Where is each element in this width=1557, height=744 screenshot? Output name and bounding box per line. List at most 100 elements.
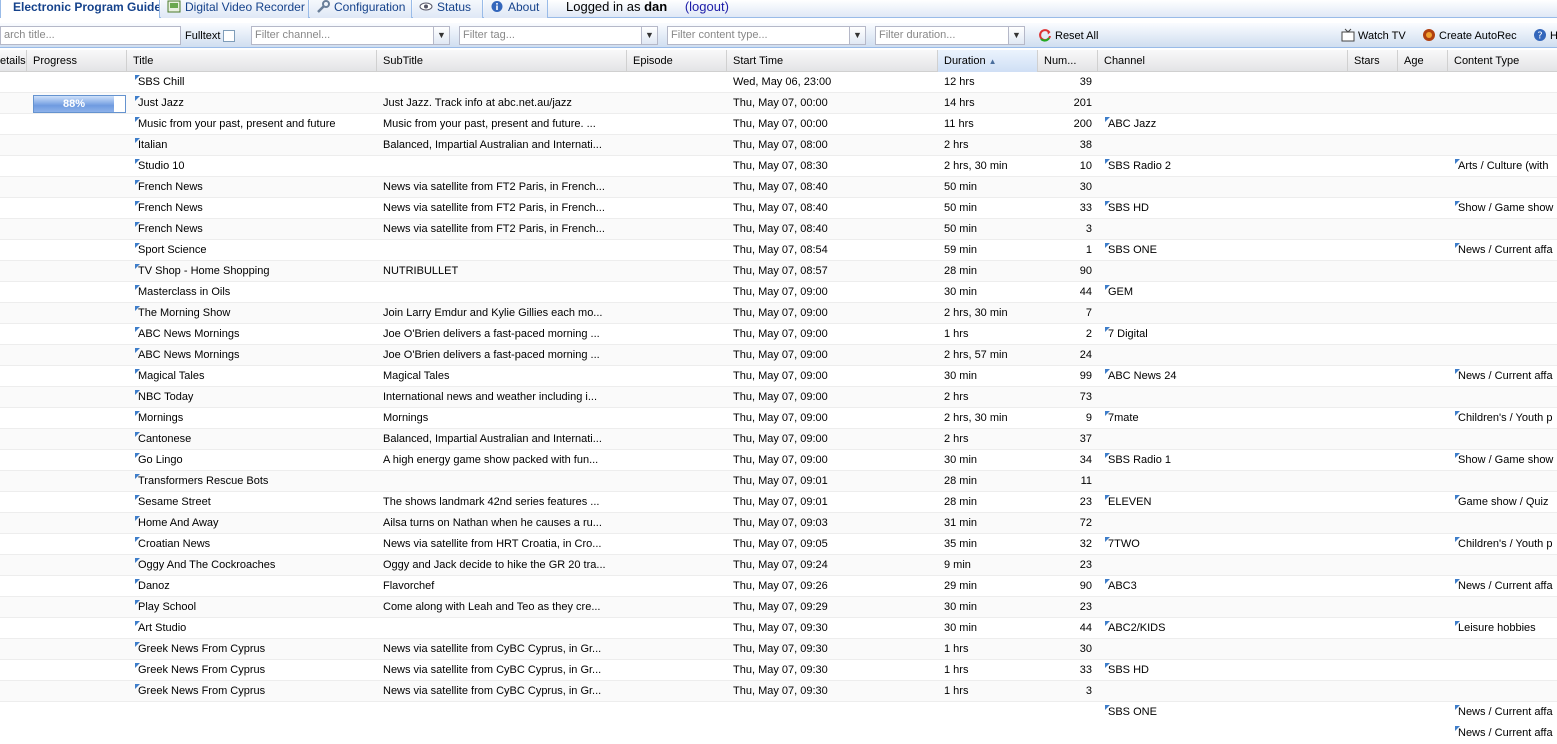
content-type-cell (1453, 618, 1557, 639)
col-channel[interactable]: Channel (1098, 50, 1348, 72)
table-row[interactable]: Danoz Flavorchef Thu, May 07, 09:26 29 min 9… (0, 576, 1557, 634)
start-time-cell: Thu, May 07, 09:01 (733, 475, 828, 487)
number-cell: 2 (1085, 328, 1092, 340)
table-row[interactable]: Croatian News News via satellite from HRT… (0, 534, 1557, 592)
col-details[interactable]: etails (0, 50, 27, 72)
filter-content-type-combo[interactable]: Filter content type... ▼ (667, 26, 866, 45)
filter-duration-combo[interactable]: Filter duration... ▼ (875, 26, 1025, 45)
table-row[interactable]: ABC News Mornings Joe O'Brien delivers a … (0, 324, 1557, 382)
number-cell: 11 (1080, 475, 1092, 487)
table-row[interactable]: French News News via satellite from FT2 P… (0, 198, 1557, 256)
subtitle-cell: Join Larry Emdur and Kylie Gillies each … (383, 307, 603, 319)
col-progress[interactable]: Progress (27, 50, 127, 72)
table-row[interactable]: Studio 10 Thu, May 07, 08:30 2 hrs, 30 min… (0, 156, 1557, 214)
table-row[interactable]: Transformers Rescue Bots Thu, May 07, 09:… (0, 471, 1557, 529)
chevron-down-icon[interactable]: ▼ (433, 27, 449, 44)
tab-dvr[interactable]: Digital Video Recorder (161, 0, 309, 18)
tab-label: Digital Video Recorder (185, 0, 305, 14)
start-time-cell: Thu, May 07, 09:00 (733, 307, 828, 319)
filter-tag-placeholder: Filter tag... (463, 29, 515, 41)
col-subtitle[interactable]: SubTitle (377, 50, 627, 72)
table-row[interactable]: Sesame Street The shows landmark 42nd ser… (0, 492, 1557, 550)
table-row[interactable]: Greek News From Cyprus News via satellite… (0, 660, 1557, 718)
col-content-type[interactable]: Content Type (1448, 50, 1557, 72)
col-title[interactable]: Title (127, 50, 377, 72)
tab-label: Electronic Program Guide (13, 0, 160, 14)
number-cell: 39 (1079, 76, 1092, 88)
table-row[interactable]: Greek News From Cyprus News via satellite… (0, 681, 1557, 739)
epg-grid: SBS ChillWed, May 06, 23:0012 hrs39SBS R… (0, 72, 1557, 739)
start-time-cell: Thu, May 07, 08:54 (733, 244, 828, 256)
duration-cell: 1 hrs (944, 643, 969, 655)
number-cell: 30 (1079, 643, 1092, 655)
table-row[interactable]: French News News via satellite from FT2 P… (0, 177, 1557, 235)
col-number[interactable]: Num... (1038, 50, 1098, 72)
start-time-cell: Thu, May 07, 09:30 (733, 622, 828, 634)
subtitle-cell: The shows landmark 42nd series features … (383, 496, 600, 508)
table-row[interactable]: ABC News Mornings Joe O'Brien delivers a … (0, 345, 1557, 403)
col-stars[interactable]: Stars (1348, 50, 1398, 72)
svg-text:?: ? (1537, 31, 1542, 42)
table-row[interactable]: Oggy And The Cockroaches Oggy and Jack de… (0, 555, 1557, 613)
table-row[interactable]: French News News via satellite from FT2 P… (0, 219, 1557, 277)
start-time-cell: Thu, May 07, 09:30 (733, 685, 828, 697)
tab-status[interactable]: Status (413, 0, 483, 18)
table-row[interactable]: Go Lingo A high energy game show packed w… (0, 450, 1557, 508)
content-type-cell: News / Current affa (1453, 702, 1557, 723)
grid-header: etails Progress Title SubTitle Episode S… (0, 50, 1557, 72)
reset-all-button[interactable]: Reset All (1038, 26, 1098, 46)
table-row[interactable]: Italian Balanced, Impartial Australian an… (0, 135, 1557, 172)
filter-tag-combo[interactable]: Filter tag... ▼ (459, 26, 658, 45)
watch-tv-button[interactable]: Watch TV (1341, 26, 1406, 46)
table-row[interactable]: SBS ChillWed, May 06, 23:0012 hrs39SBS R… (0, 72, 1557, 109)
table-row[interactable]: Greek News From Cyprus News via satellite… (0, 639, 1557, 697)
help-label: H (1550, 30, 1557, 42)
eye-icon (419, 0, 433, 13)
title-cell: Transformers Rescue Bots (133, 471, 377, 492)
tab-about[interactable]: About (484, 0, 548, 18)
tab-epg[interactable]: Electronic Program Guide (0, 0, 160, 18)
col-start-time[interactable]: Start Time (727, 50, 938, 72)
title-cell: French News (133, 219, 377, 240)
duration-cell: 2 hrs (944, 139, 969, 151)
fulltext-checkbox[interactable] (223, 30, 236, 42)
table-row[interactable]: Sport ScienceThu, May 07, 08:5459 min1ON… (0, 240, 1557, 277)
title-cell: The Morning Show (133, 303, 377, 324)
col-episode[interactable]: Episode (627, 50, 727, 72)
number-cell: 30 (1079, 181, 1092, 193)
chevron-down-icon[interactable]: ▼ (641, 27, 657, 44)
table-row[interactable]: Play School Come along with Leah and Teo … (0, 597, 1557, 655)
start-time-cell: Thu, May 07, 08:30 (733, 160, 828, 172)
dvr-icon (167, 0, 181, 13)
table-row[interactable]: Just Jazz Just Jazz. Track info at abc.ne… (0, 93, 1557, 151)
logout-link[interactable]: (logout) (685, 0, 729, 14)
duration-cell: 59 min (944, 244, 978, 256)
table-row[interactable]: TV Shop - Home Shopping NUTRIBULLET Thu, M… (0, 261, 1557, 319)
table-row[interactable]: Mornings Mornings Thu, May 07, 09:00 2 hrs,… (0, 408, 1557, 466)
tab-label: Configuration (334, 0, 406, 14)
table-row[interactable]: Magical Tales Magical Tales Thu, May 07, 0… (0, 366, 1557, 424)
table-row[interactable]: NBC Today International news and weather … (0, 387, 1557, 445)
number-cell: 33 (1079, 664, 1092, 676)
chevron-down-icon[interactable]: ▼ (849, 27, 865, 44)
fulltext-toggle[interactable]: Fulltext (185, 26, 236, 46)
table-row[interactable]: Masterclass in Oils Thu, May 07, 09:00 30 … (0, 282, 1557, 319)
col-duration[interactable]: Duration ▲ (938, 50, 1038, 72)
table-row[interactable]: Art StudioThu, May 07, 09:3030 min44C31 (0, 618, 1557, 655)
number-cell: 23 (1079, 559, 1092, 571)
reset-all-label: Reset All (1055, 30, 1099, 42)
create-autorec-button[interactable]: Create AutoRec (1422, 26, 1517, 46)
start-time-cell: Thu, May 07, 09:24 (733, 559, 828, 571)
tab-configuration[interactable]: Configuration (310, 0, 412, 18)
filter-channel-combo[interactable]: Filter channel... ▼ (251, 26, 450, 45)
col-age[interactable]: Age (1398, 50, 1448, 72)
chevron-down-icon[interactable]: ▼ (1008, 27, 1024, 44)
title-cell: Croatian News (133, 534, 377, 555)
content-type-cell (1453, 429, 1557, 450)
search-title-input[interactable]: arch title... (0, 26, 181, 45)
help-button[interactable]: ? H (1533, 26, 1557, 46)
table-row[interactable]: Cantonese Balanced, Impartial Australian … (0, 429, 1557, 466)
table-row[interactable]: The Morning Show Join Larry Emdur and Kyl… (0, 303, 1557, 361)
table-row[interactable]: Music from your past, present and future… (0, 114, 1557, 172)
table-row[interactable]: Home And Away Ailsa turns on Nathan when … (0, 513, 1557, 550)
